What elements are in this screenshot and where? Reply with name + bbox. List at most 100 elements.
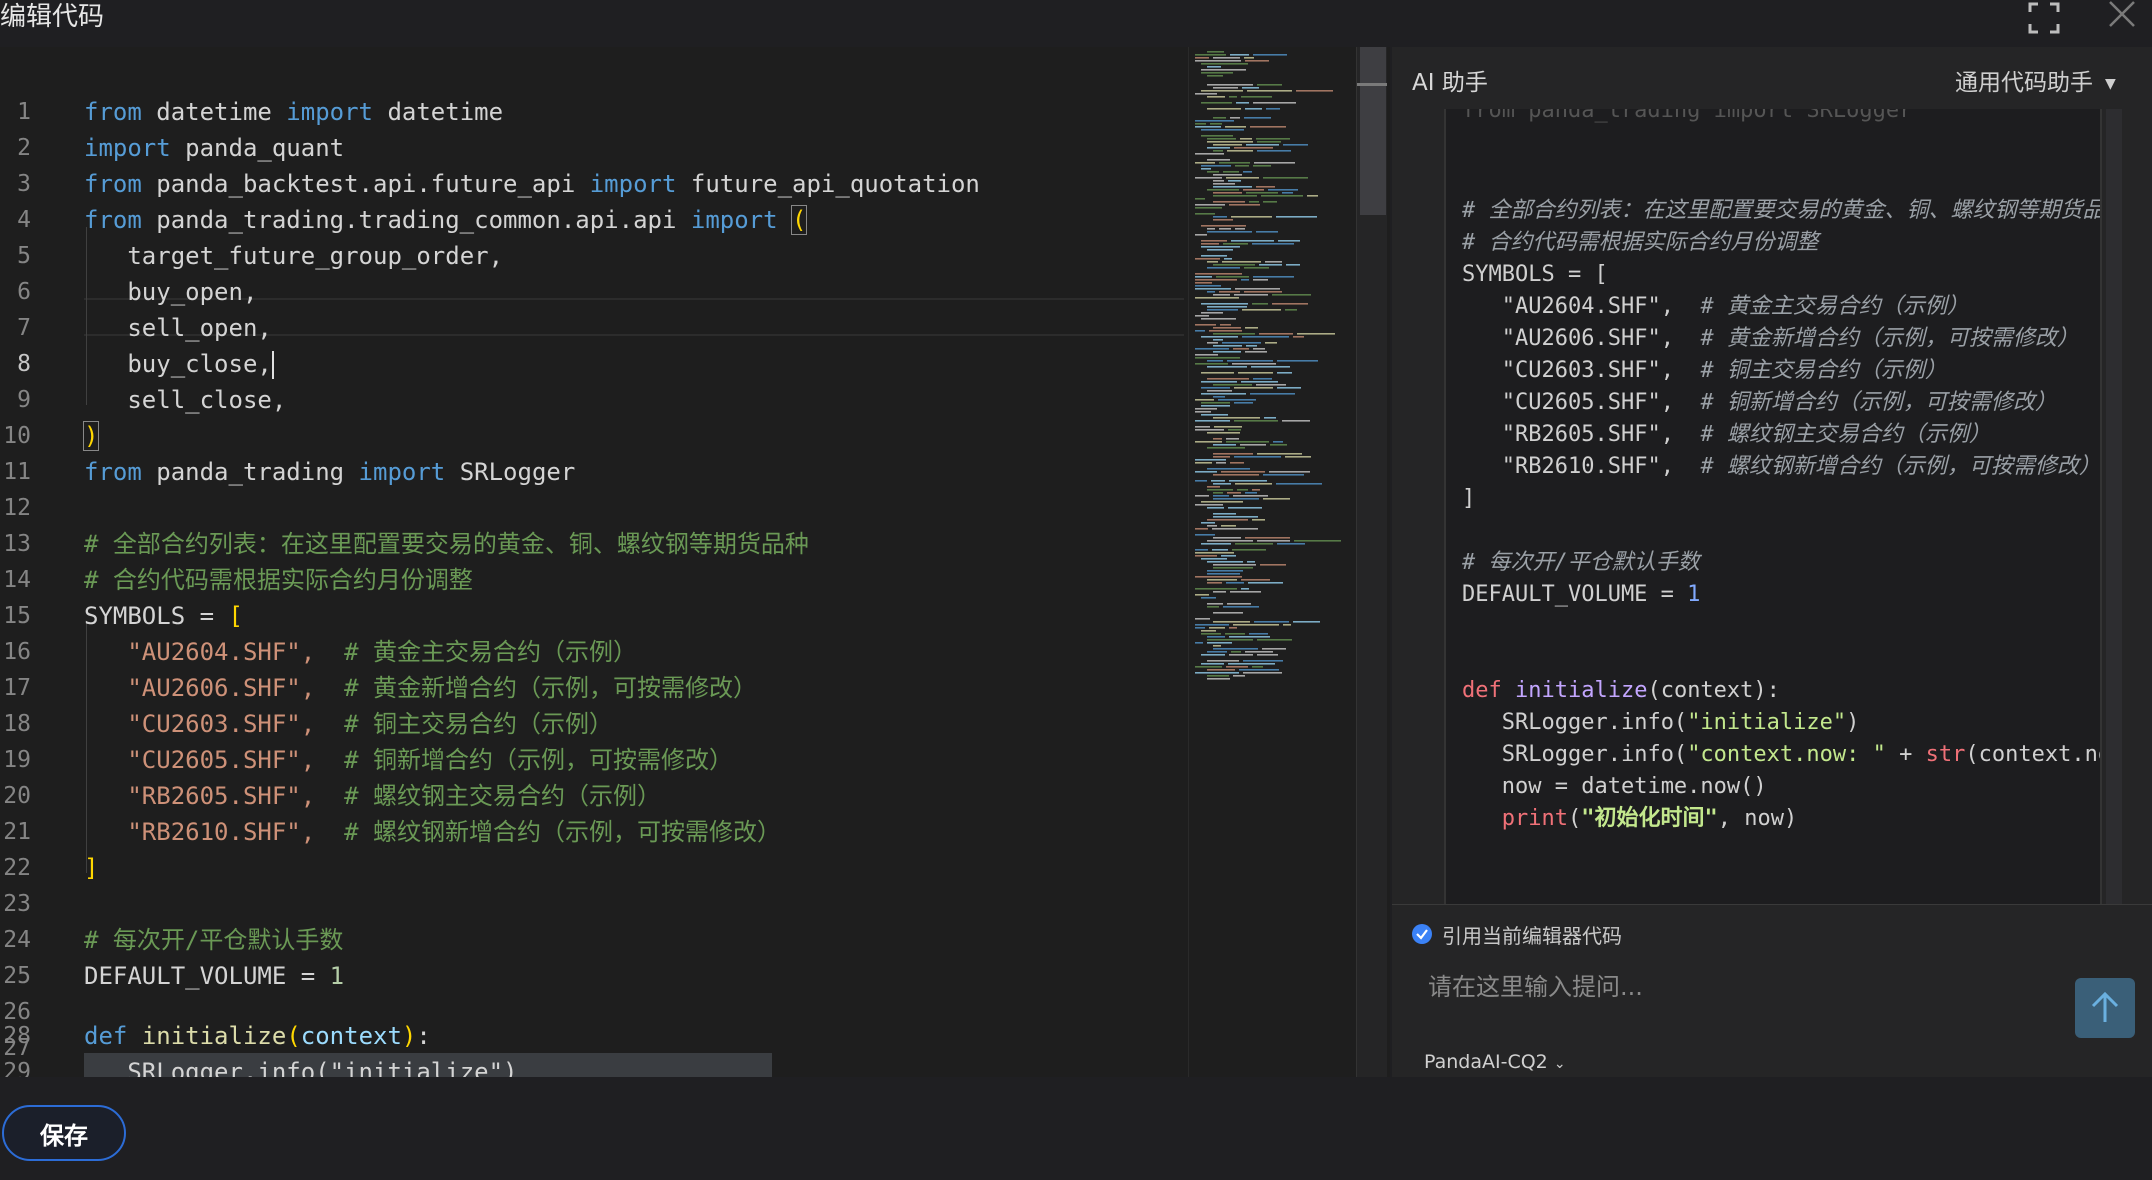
minimap-stroke (1226, 582, 1244, 584)
minimap-stroke (1195, 198, 1205, 200)
minimap-stroke (1213, 150, 1223, 152)
minimap-stroke (1195, 279, 1237, 281)
send-button[interactable] (2075, 978, 2135, 1038)
minimap-stroke (1213, 327, 1241, 329)
minimap-stroke (1227, 360, 1273, 362)
minimap-stroke (1207, 108, 1241, 110)
minimap-stroke (1256, 138, 1290, 140)
minimap-stroke (1251, 366, 1290, 368)
minimap-stroke (1230, 117, 1240, 119)
close-button[interactable] (2104, 0, 2140, 36)
arrow-up-icon (2091, 991, 2119, 1022)
minimap-stroke (1293, 621, 1320, 623)
minimap-stroke (1228, 429, 1241, 431)
minimap-stroke (1263, 201, 1277, 203)
assistant-type-select[interactable]: 通用代码助手 ▼ (1955, 63, 2116, 97)
minimap[interactable] (1188, 47, 1357, 1077)
minimap-stroke (1225, 633, 1245, 635)
minimap-stroke (1195, 285, 1221, 287)
minimap-stroke (1207, 606, 1219, 608)
minimap-stroke (1207, 84, 1253, 86)
code-line: 28 def initialize(context): (3, 1022, 431, 1050)
minimap-stroke (1201, 243, 1219, 245)
code-line: 7 sell_open, (17, 314, 272, 342)
minimap-stroke (1207, 390, 1232, 392)
minimap-stroke (1207, 51, 1224, 53)
minimap-stroke (1207, 291, 1215, 293)
minimap-stroke (1269, 471, 1310, 473)
minimap-stroke (1207, 447, 1245, 449)
ai-code-scrollbar[interactable] (2106, 109, 2122, 904)
minimap-stroke (1237, 489, 1248, 491)
ai-code-line: from panda_trading import SRLogger (1462, 109, 1913, 123)
minimap-stroke (1209, 330, 1242, 332)
minimap-stroke (1213, 351, 1241, 353)
minimap-stroke (1213, 648, 1258, 650)
minimap-stroke (1238, 372, 1273, 374)
save-button[interactable]: 保存 (2, 1105, 126, 1161)
minimap-stroke (1244, 117, 1271, 119)
minimap-stroke (1239, 669, 1279, 671)
minimap-stroke (1195, 576, 1242, 578)
ai-code-block[interactable]: from panda_trading import SRLogger # 全部合… (1444, 109, 2102, 904)
editor-scrollbar-thumb[interactable] (1360, 47, 1386, 215)
minimap-stroke (1207, 582, 1222, 584)
minimap-stroke (1212, 549, 1228, 551)
minimap-stroke (1283, 144, 1308, 146)
ai-code-line: # 合约代码需根据实际合约月份调整 (1462, 230, 1819, 255)
code-area[interactable]: 1 from datetime import datetime 2 import p… (0, 47, 1185, 1077)
ai-code-line: ] (1462, 486, 1476, 511)
minimap-stroke (1195, 177, 1222, 179)
code-editor[interactable]: 1 from datetime import datetime 2 import p… (0, 47, 1390, 1077)
chevron-down-icon: ▼ (2105, 75, 2116, 92)
minimap-stroke (1195, 624, 1229, 626)
minimap-stroke (1213, 186, 1252, 188)
minimap-stroke (1213, 438, 1222, 440)
editor-scrollbar[interactable] (1356, 47, 1387, 1077)
code-line: 4 from panda_trading.trading_common.api.a… (17, 205, 808, 235)
minimap-stroke (1201, 372, 1234, 374)
prompt-input[interactable] (1426, 962, 2070, 1012)
minimap-stroke (1252, 243, 1294, 245)
minimap-stroke (1207, 75, 1223, 77)
minimap-stroke (1213, 117, 1226, 119)
check-icon[interactable] (1412, 924, 1432, 944)
minimap-stroke (1243, 660, 1283, 662)
fullscreen-button[interactable] (2026, 0, 2062, 36)
minimap-stroke (1257, 540, 1290, 542)
minimap-stroke (1229, 96, 1237, 98)
minimap-stroke (1201, 135, 1233, 137)
minimap-stroke (1213, 453, 1253, 455)
minimap-stroke (1257, 654, 1278, 656)
minimap-stroke (1233, 624, 1279, 626)
minimap-stroke (1253, 54, 1287, 56)
minimap-stroke (1213, 612, 1243, 614)
minimap-stroke (1195, 426, 1210, 428)
minimap-stroke (1207, 486, 1220, 488)
minimap-stroke (1207, 540, 1253, 542)
minimap-stroke (1244, 291, 1282, 293)
minimap-stroke (1201, 102, 1232, 104)
minimap-stroke (1234, 402, 1253, 404)
minimap-stroke (1263, 474, 1304, 476)
minimap-stroke (1207, 231, 1252, 233)
minimap-stroke (1257, 639, 1292, 641)
minimap-stroke (1257, 453, 1302, 455)
minimap-stroke (1207, 669, 1235, 671)
minimap-stroke (1201, 558, 1227, 560)
minimap-stroke (1195, 555, 1217, 557)
minimap-stroke (1195, 588, 1237, 590)
minimap-stroke (1201, 63, 1248, 65)
model-select[interactable]: PandaAI-CQ2 ⌄ (1424, 1051, 1566, 1073)
minimap-stroke (1216, 276, 1249, 278)
minimap-stroke (1242, 309, 1281, 311)
minimap-stroke (1214, 426, 1242, 428)
minimap-stroke (1201, 129, 1244, 131)
minimap-stroke (1213, 537, 1241, 539)
code-line: 5 target_future_group_order, (17, 242, 504, 270)
minimap-stroke (1223, 606, 1259, 608)
chevron-down-icon: ⌄ (1553, 1056, 1566, 1072)
code-tail: 28 def initialize(context): 29 SRLogger.i… (0, 1018, 1185, 1077)
minimap-stroke (1222, 261, 1261, 263)
ai-code-line: def initialize(context): (1462, 678, 1780, 703)
